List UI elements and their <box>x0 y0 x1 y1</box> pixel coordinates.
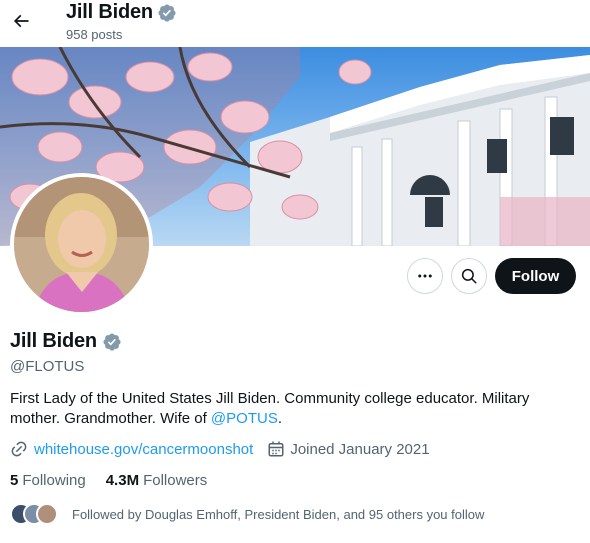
following-stat[interactable]: 5 Following <box>10 472 86 489</box>
arrow-left-icon <box>13 14 29 28</box>
profile-name: Jill Biden <box>10 330 97 352</box>
top-bar: Jill Biden 958 posts <box>0 0 590 47</box>
verified-badge-icon <box>158 3 176 22</box>
profile-website-link[interactable]: whitehouse.gov/cancermoonshot <box>34 441 253 458</box>
profile-handle: @FLOTUS <box>10 358 85 375</box>
header-name: Jill Biden <box>66 1 153 23</box>
header-post-count: 958 posts <box>66 27 123 42</box>
avatar-image <box>14 177 149 312</box>
back-button[interactable] <box>4 4 38 38</box>
calendar-icon <box>268 441 284 457</box>
profile-stats: 5 Following 4.3M Followers <box>10 472 227 489</box>
more-icon <box>418 274 432 278</box>
follow-button[interactable]: Follow <box>495 258 576 294</box>
profile-meta: whitehouse.gov/cancermoonshot Joined Jan… <box>10 440 430 458</box>
more-button[interactable] <box>407 258 443 294</box>
search-icon <box>461 268 477 284</box>
followed-by-text: Followed by Douglas Emhoff, President Bi… <box>72 506 485 522</box>
profile-bio: First Lady of the United States Jill Bid… <box>10 389 570 429</box>
verified-badge-icon[interactable] <box>102 332 122 352</box>
profile-joined-date: Joined January 2021 <box>290 440 430 458</box>
link-icon <box>11 441 27 457</box>
followed-by-row[interactable]: Followed by Douglas Emhoff, President Bi… <box>10 503 484 525</box>
header-name-row: Jill Biden <box>66 1 177 24</box>
followers-label: Followers <box>143 472 208 489</box>
bio-end: . <box>277 410 282 427</box>
followed-by-avatars <box>10 503 72 525</box>
avatar <box>14 177 149 312</box>
following-label: Following <box>22 472 86 489</box>
bio-mention-link[interactable]: @POTUS <box>211 410 278 427</box>
avatar-frame[interactable] <box>10 173 153 316</box>
followers-stat[interactable]: 4.3M Followers <box>106 472 208 489</box>
followers-count: 4.3M <box>105 472 140 489</box>
follower-avatar-3 <box>36 503 58 525</box>
profile-name-row: Jill Biden <box>10 330 122 353</box>
following-count: 5 <box>10 472 19 489</box>
search-button[interactable] <box>451 258 487 294</box>
